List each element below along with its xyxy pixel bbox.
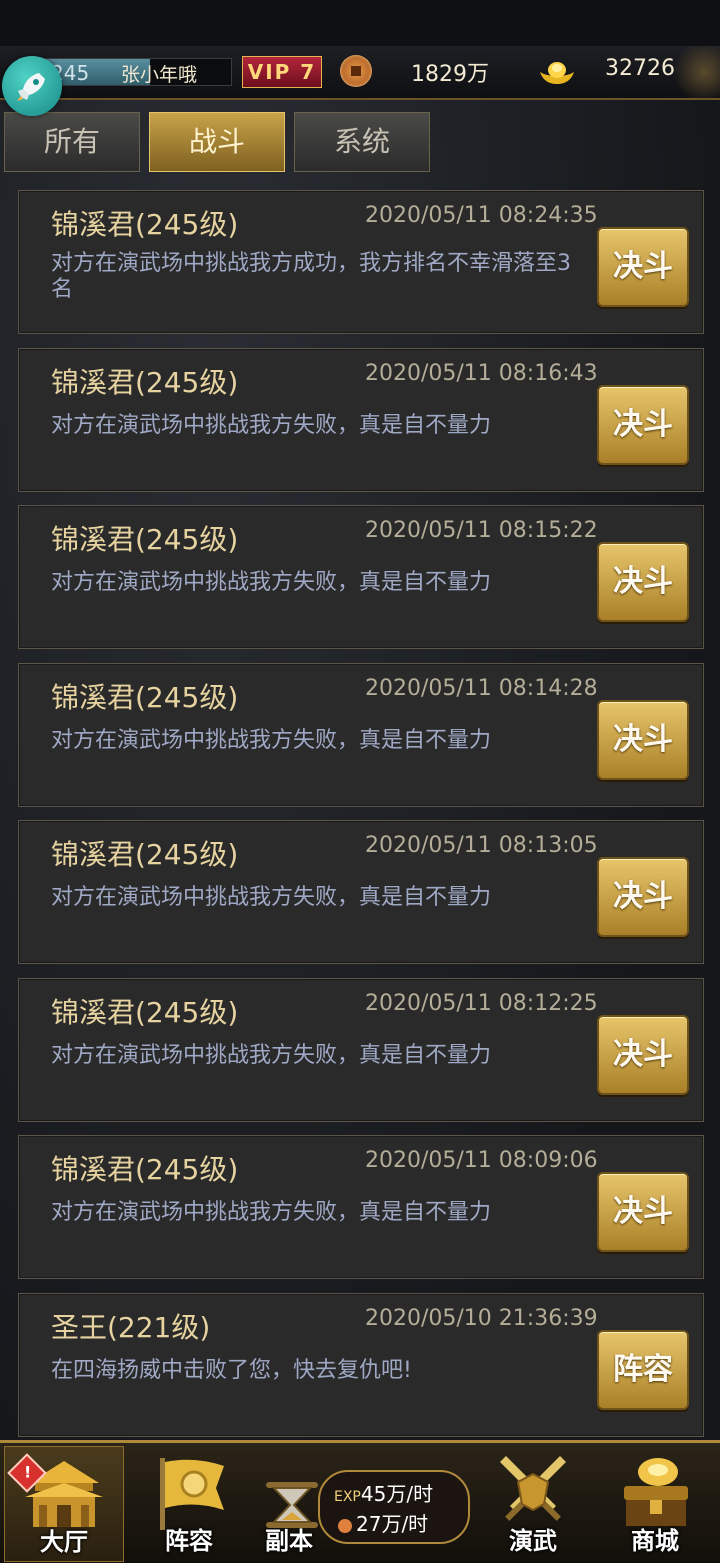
copper-coin-small-icon — [338, 1518, 352, 1533]
tab-all[interactable]: 所有 — [4, 112, 140, 172]
opponent-name: 锦溪君(245级) — [51, 838, 239, 871]
nav-arena[interactable]: 演武 — [474, 1446, 592, 1560]
duel-button[interactable]: 决斗 — [597, 1172, 689, 1252]
opponent-name: 锦溪君(245级) — [51, 681, 239, 714]
record-card: 圣王(221级) 2020/05/10 21:36:39 在四海扬威中击败了您，… — [18, 1293, 704, 1437]
record-card: 锦溪君(245级) 2020/05/11 08:14:28 对方在演武场中挑战我… — [18, 663, 704, 807]
record-time: 2020/05/11 08:12:25 — [365, 991, 598, 1016]
record-time: 2020/05/11 08:24:35 — [365, 203, 598, 228]
record-message: 对方在演武场中挑战我方失败，真是自不量力 — [51, 1043, 492, 1068]
record-message: 对方在演武场中挑战我方成功，我方排名不幸滑落至3名 — [51, 251, 571, 302]
idle-income-panel[interactable]: EXP45万/时 27万/时 — [318, 1470, 470, 1544]
opponent-name: 锦溪君(245级) — [51, 366, 239, 399]
duel-button[interactable]: 决斗 — [597, 542, 689, 622]
record-message: 在四海扬威中击败了您，快去复仇吧! — [51, 1358, 412, 1383]
nav-shop[interactable]: 商城 — [596, 1446, 714, 1560]
duel-button[interactable]: 决斗 — [597, 385, 689, 465]
nav-arena-label: 演武 — [509, 1527, 557, 1555]
nav-shop-label: 商城 — [631, 1527, 679, 1555]
opponent-name: 锦溪君(245级) — [51, 996, 239, 1029]
tab-system[interactable]: 系统 — [294, 112, 430, 172]
record-message: 对方在演武场中挑战我方失败，真是自不量力 — [51, 413, 492, 438]
player-name: 张小年哦 — [121, 64, 198, 86]
record-time: 2020/05/11 08:14:28 — [365, 676, 598, 701]
duel-button[interactable]: 决斗 — [597, 1015, 689, 1095]
record-message: 对方在演武场中挑战我方失败，真是自不量力 — [51, 885, 492, 910]
system-status-area — [0, 0, 720, 46]
copper-coin-icon — [340, 55, 372, 87]
record-card: 锦溪君(245级) 2020/05/11 08:12:25 对方在演武场中挑战我… — [18, 978, 704, 1122]
record-card: 锦溪君(245级) 2020/05/11 08:13:05 对方在演武场中挑战我… — [18, 820, 704, 964]
record-card: 锦溪君(245级) 2020/05/11 08:15:22 对方在演武场中挑战我… — [18, 505, 704, 649]
exp-rate: EXP45万/时 — [334, 1482, 434, 1506]
record-time: 2020/05/10 21:36:39 — [365, 1306, 598, 1331]
nav-hall[interactable]: ! 大厅 — [4, 1446, 124, 1562]
lineup-button[interactable]: 阵容 — [597, 1330, 689, 1410]
record-card: 锦溪君(245级) 2020/05/11 08:09:06 对方在演武场中挑战我… — [18, 1135, 704, 1279]
record-message: 对方在演武场中挑战我方失败，真是自不量力 — [51, 1200, 492, 1225]
gold-ingot-icon — [540, 62, 574, 84]
copper-rate: 27万/时 — [338, 1508, 428, 1537]
hourglass-icon — [266, 1482, 318, 1528]
record-message: 对方在演武场中挑战我方失败，真是自不量力 — [51, 728, 492, 753]
record-card: 锦溪君(245级) 2020/05/11 08:24:35 对方在演武场中挑战我… — [18, 190, 704, 334]
rocket-icon[interactable] — [2, 56, 62, 116]
dragon-ornament-icon — [668, 46, 720, 98]
record-time: 2020/05/11 08:13:05 — [365, 833, 598, 858]
record-time: 2020/05/11 08:16:43 — [365, 361, 598, 386]
record-message: 对方在演武场中挑战我方失败，真是自不量力 — [51, 570, 492, 595]
opponent-name: 锦溪君(245级) — [51, 208, 239, 241]
record-time: 2020/05/11 08:15:22 — [365, 518, 598, 543]
opponent-name: 圣王(221级) — [51, 1311, 211, 1344]
duel-button[interactable]: 决斗 — [597, 227, 689, 307]
vip-badge[interactable]: VIP 7 — [242, 56, 322, 88]
record-card: 锦溪君(245级) 2020/05/11 08:16:43 对方在演武场中挑战我… — [18, 348, 704, 492]
record-time: 2020/05/11 08:09:06 — [365, 1148, 598, 1173]
duel-button[interactable]: 决斗 — [597, 857, 689, 937]
tab-battle[interactable]: 战斗 — [149, 112, 285, 172]
duel-button[interactable]: 决斗 — [597, 700, 689, 780]
opponent-name: 锦溪君(245级) — [51, 523, 239, 556]
nav-hall-label: 大厅 — [40, 1528, 88, 1556]
opponent-name: 锦溪君(245级) — [51, 1153, 239, 1186]
copper-amount: 1829万 — [411, 62, 489, 87]
